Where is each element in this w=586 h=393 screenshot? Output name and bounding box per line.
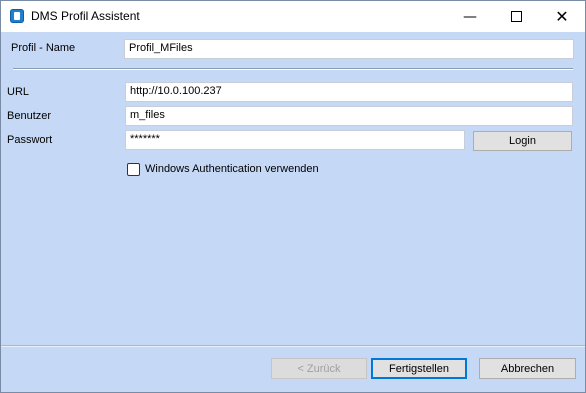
windows-auth-checkbox[interactable] <box>127 163 140 176</box>
close-button[interactable]: ✕ <box>539 1 585 32</box>
cancel-button[interactable]: Abbrechen <box>479 358 576 379</box>
user-label: Benutzer <box>7 110 52 122</box>
footer-separator <box>1 345 585 347</box>
minimize-icon: — <box>463 8 477 25</box>
finish-button[interactable]: Fertigstellen <box>371 358 467 379</box>
dms-app-icon <box>10 9 24 23</box>
separator <box>13 68 573 70</box>
password-label: Passwort <box>7 134 53 146</box>
maximize-icon <box>510 11 522 22</box>
windows-auth-label[interactable]: Windows Authentication verwenden <box>145 163 319 175</box>
profile-name-input[interactable]: Profil_MFiles <box>124 39 574 59</box>
dialog-window: DMS Profil Assistent — ✕ Profil - Name P… <box>0 0 586 393</box>
profile-name-label: Profil - Name <box>11 42 76 54</box>
window-title: DMS Profil Assistent <box>31 9 140 23</box>
login-button[interactable]: Login <box>473 131 572 151</box>
title-bar[interactable]: DMS Profil Assistent — ✕ <box>1 1 585 32</box>
user-input[interactable]: m_files <box>125 106 573 126</box>
back-button[interactable]: < Zurück <box>271 358 367 379</box>
password-input[interactable]: ******* <box>125 130 465 150</box>
maximize-button[interactable] <box>493 1 539 32</box>
close-icon: ✕ <box>555 7 569 26</box>
url-label: URL <box>7 86 30 98</box>
url-input[interactable]: http://10.0.100.237 <box>125 82 573 102</box>
minimize-button[interactable]: — <box>447 1 493 32</box>
